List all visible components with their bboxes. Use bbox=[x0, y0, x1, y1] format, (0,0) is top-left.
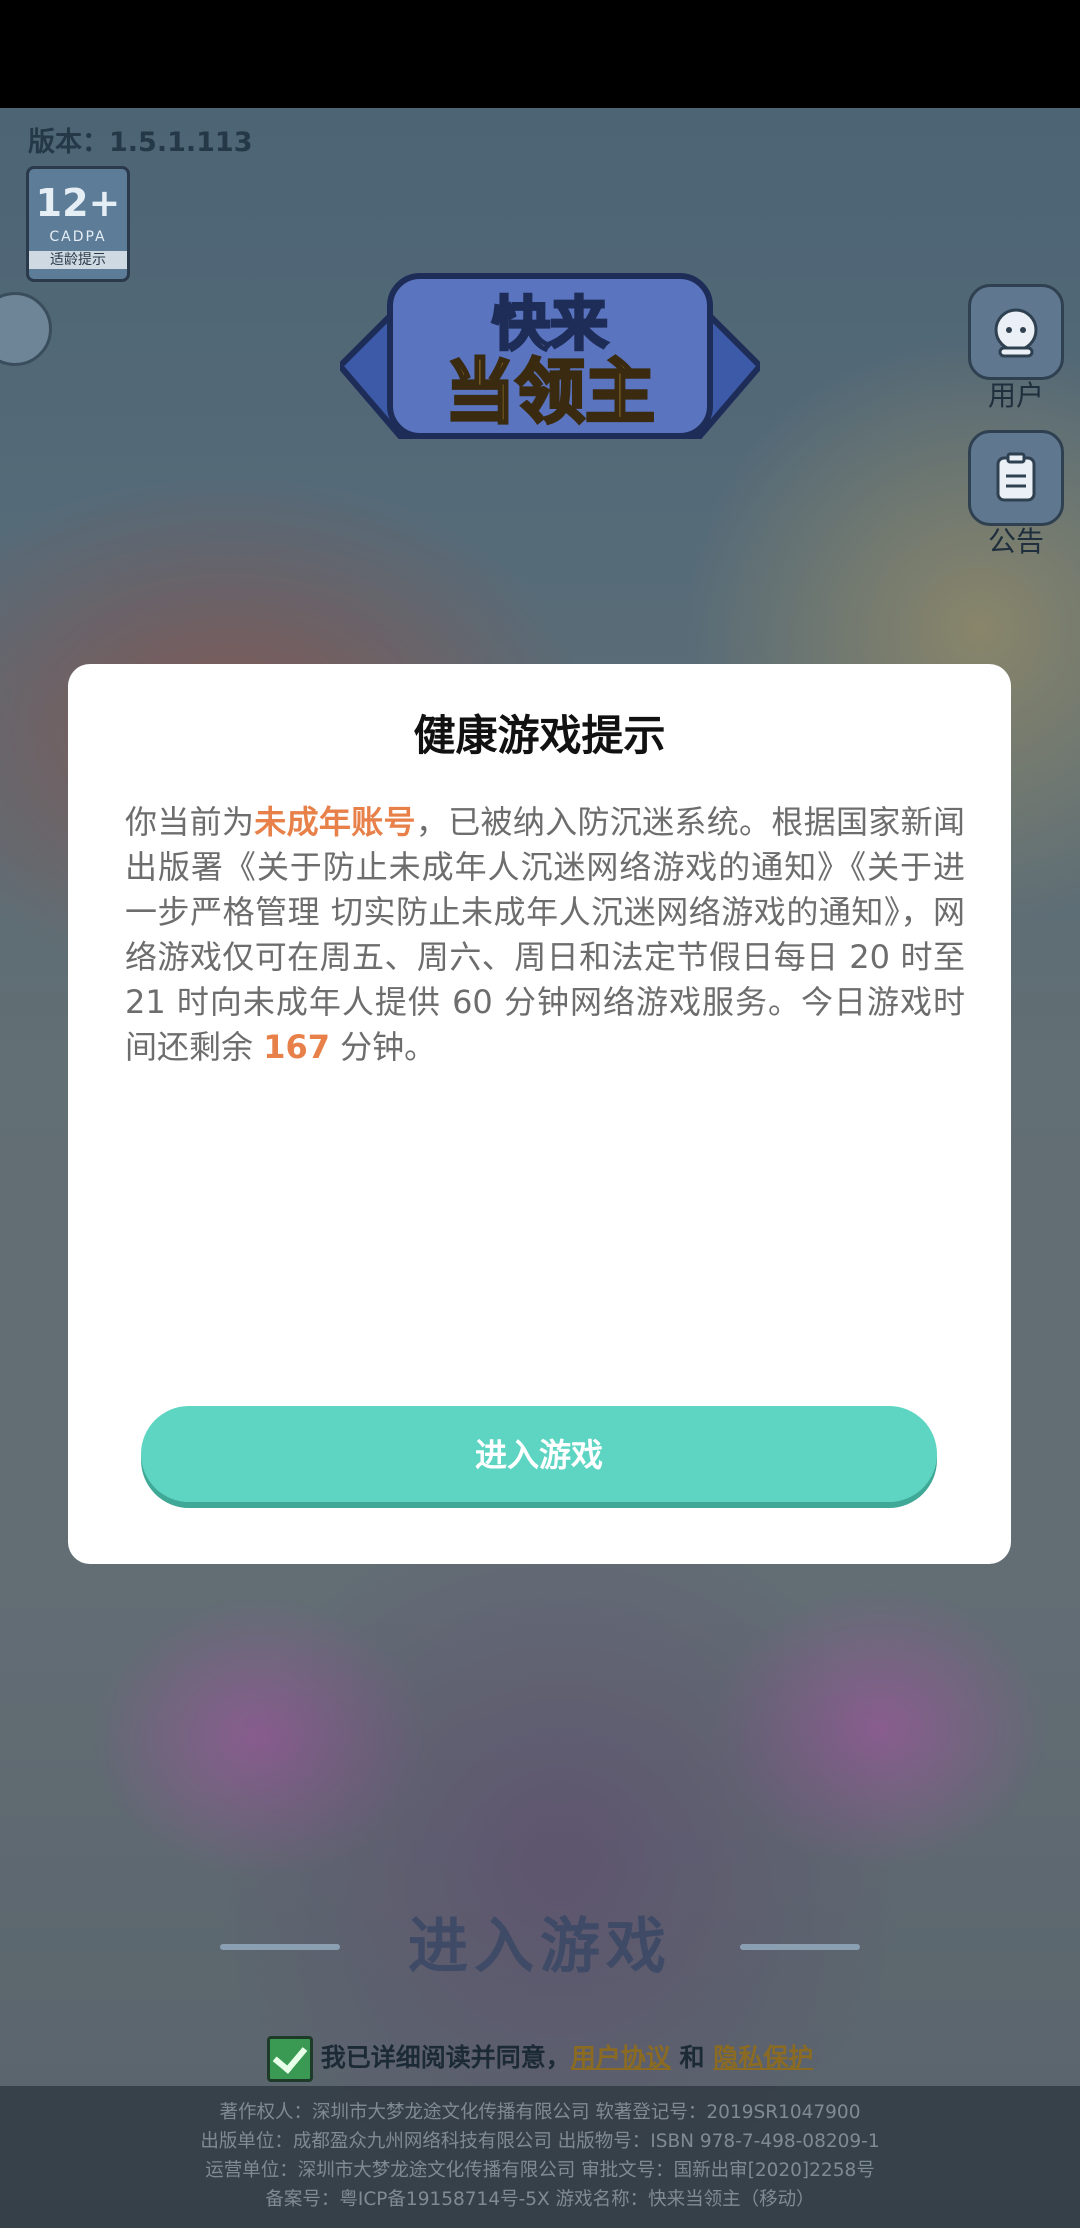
footer-line: 备案号：粤ICP备19158714号-5X 游戏名称：快来当领主（移动） bbox=[265, 2189, 815, 2210]
enter-decor-left bbox=[220, 1944, 340, 1950]
user-icon bbox=[968, 284, 1064, 380]
age-rating-badge[interactable]: 12+ CADPA 适龄提示 bbox=[26, 166, 130, 282]
message-before: 你当前为 bbox=[125, 803, 255, 841]
footer-line: 出版单位：成都盈众九州网络科技有限公司 出版物号：ISBN 978-7-498-… bbox=[200, 2131, 880, 2152]
age-rating-number: 12+ bbox=[35, 181, 121, 225]
enter-game-button[interactable]: 进入游戏 bbox=[141, 1406, 937, 1502]
footer-line: 运营单位：深圳市大梦龙途文化传播有限公司 审批文号：国新出审[2020]2258… bbox=[205, 2160, 875, 2181]
dialog-message: 你当前为未成年账号，已被纳入防沉迷系统。根据国家新闻出版署《关于防止未成年人沉迷… bbox=[125, 800, 965, 1070]
remaining-minutes: 167 bbox=[263, 1028, 330, 1066]
notice-icon bbox=[968, 430, 1064, 526]
background-enter-game-button[interactable]: 进入游戏 bbox=[0, 1898, 1080, 1985]
logo-line2: 当领主 bbox=[445, 351, 655, 433]
copyright-footer: 著作权人：深圳市大梦龙途文化传播有限公司 软著登记号：2019SR1047900… bbox=[0, 2086, 1080, 2228]
notice-button[interactable]: 公告 bbox=[966, 430, 1066, 560]
logo-line1: 快来 bbox=[492, 290, 608, 358]
footer-line: 著作权人：深圳市大梦龙途文化传播有限公司 软著登记号：2019SR1047900 bbox=[219, 2102, 861, 2123]
agreement-checkbox[interactable] bbox=[266, 2036, 313, 2082]
age-rating-tip: 适龄提示 bbox=[29, 251, 127, 269]
message-middle: ，已被纳入防沉迷系统。根据国家新闻出版署《关于防止未成年人沉迷网络游戏的通知》《… bbox=[125, 803, 965, 1066]
agreement-and: 和 bbox=[679, 2043, 705, 2072]
agreement-row: 我已详细阅读并同意，用户协议 和 隐私保护 bbox=[0, 2036, 1080, 2082]
background-enter-game-label: 进入游戏 bbox=[408, 1912, 672, 1982]
user-agreement-link[interactable]: 用户协议 bbox=[571, 2043, 671, 2072]
minor-account-highlight: 未成年账号 bbox=[254, 803, 416, 841]
agreement-prefix: 我已详细阅读并同意， bbox=[320, 2043, 571, 2072]
game-logo: 快来 当领主 bbox=[340, 273, 760, 439]
health-game-dialog: 健康游戏提示 你当前为未成年账号，已被纳入防沉迷系统。根据国家新闻出版署《关于防… bbox=[68, 664, 1011, 1564]
version-label: 版本：1.5.1.113 bbox=[28, 127, 253, 158]
status-bar bbox=[0, 0, 1080, 108]
dialog-title: 健康游戏提示 bbox=[413, 711, 666, 760]
message-after: 分钟。 bbox=[329, 1028, 437, 1066]
user-button-label: 用户 bbox=[987, 379, 1044, 412]
notice-button-label: 公告 bbox=[987, 525, 1044, 558]
user-button[interactable]: 用户 bbox=[966, 284, 1066, 414]
age-rating-org: CADPA bbox=[49, 229, 107, 245]
enter-decor-right bbox=[740, 1944, 860, 1950]
privacy-link[interactable]: 隐私保护 bbox=[713, 2043, 813, 2072]
